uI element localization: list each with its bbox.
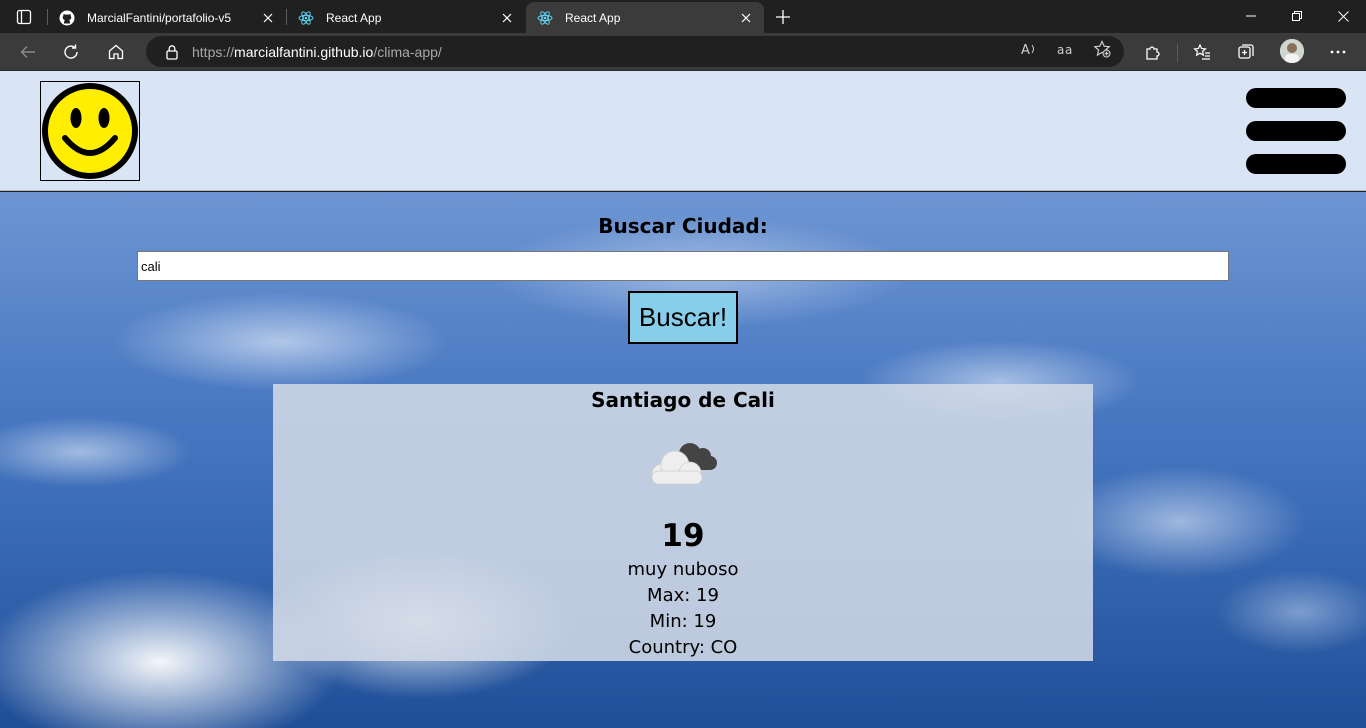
back-arrow-icon[interactable] xyxy=(12,36,44,68)
svg-text:A: A xyxy=(1021,43,1030,57)
tab-title: MarcialFantini/portafolio-v5 xyxy=(87,10,232,25)
svg-text:a: a xyxy=(1057,43,1064,57)
close-icon[interactable] xyxy=(734,6,758,30)
temperature: 19 xyxy=(661,518,705,554)
url-text: https://marcialfantini.github.io/clima-a… xyxy=(192,43,442,60)
weather-description: muy nuboso xyxy=(627,559,739,580)
extensions-icon[interactable] xyxy=(1137,36,1169,68)
tab-title: React App xyxy=(326,10,382,25)
react-icon xyxy=(537,10,553,26)
city-name: Santiago de Cali xyxy=(591,388,775,412)
app-header xyxy=(0,71,1366,191)
close-icon[interactable] xyxy=(495,6,519,30)
browser-tab-bar: MarcialFantini/portafolio-v5 React App R… xyxy=(0,0,1366,33)
tab-title: React App xyxy=(565,10,621,25)
cloudy-icon xyxy=(646,436,722,486)
browser-toolbar: https://marcialfantini.github.io/clima-a… xyxy=(0,33,1366,71)
tab-github[interactable]: MarcialFantini/portafolio-v5 xyxy=(48,2,286,33)
restore-icon[interactable] xyxy=(1274,0,1320,32)
collections-icon[interactable] xyxy=(1230,36,1262,68)
smiley-face-icon[interactable] xyxy=(40,81,140,181)
country: Country: CO xyxy=(628,637,738,658)
web-page: Buscar Ciudad: Buscar! Santiago de Cali xyxy=(0,71,1366,728)
new-tab-icon[interactable] xyxy=(770,4,796,30)
more-options-icon[interactable] xyxy=(1322,36,1354,68)
read-aloud-icon[interactable]: A xyxy=(1019,38,1041,60)
refresh-icon[interactable] xyxy=(55,36,87,68)
close-icon[interactable] xyxy=(256,6,280,30)
react-icon xyxy=(298,10,314,26)
favorites-icon[interactable] xyxy=(1186,36,1218,68)
favorite-add-icon[interactable] xyxy=(1091,38,1113,60)
weather-card: Santiago de Cali 19 muy nuboso Max: 19 M… xyxy=(273,384,1093,661)
github-icon xyxy=(59,10,75,26)
translate-icon[interactable]: aa xyxy=(1055,38,1077,60)
min-temperature: Min: 19 xyxy=(649,611,717,632)
max-temperature: Max: 19 xyxy=(647,585,719,606)
tab-actions-icon[interactable] xyxy=(10,6,38,28)
close-window-icon[interactable] xyxy=(1320,0,1366,32)
tab-react-app-active[interactable]: React App xyxy=(526,2,764,33)
profile-avatar[interactable] xyxy=(1280,39,1304,63)
svg-text:a: a xyxy=(1065,43,1072,57)
tab-react-app-1[interactable]: React App xyxy=(287,2,525,33)
lock-icon[interactable] xyxy=(164,44,180,60)
minimize-icon[interactable] xyxy=(1228,0,1274,32)
address-bar[interactable]: https://marcialfantini.github.io/clima-a… xyxy=(146,36,1124,67)
hamburger-menu-icon[interactable] xyxy=(1246,88,1346,174)
home-icon[interactable] xyxy=(100,36,132,68)
city-search-input[interactable] xyxy=(137,251,1229,281)
search-title: Buscar Ciudad: xyxy=(598,214,768,238)
search-button[interactable]: Buscar! xyxy=(628,291,738,344)
